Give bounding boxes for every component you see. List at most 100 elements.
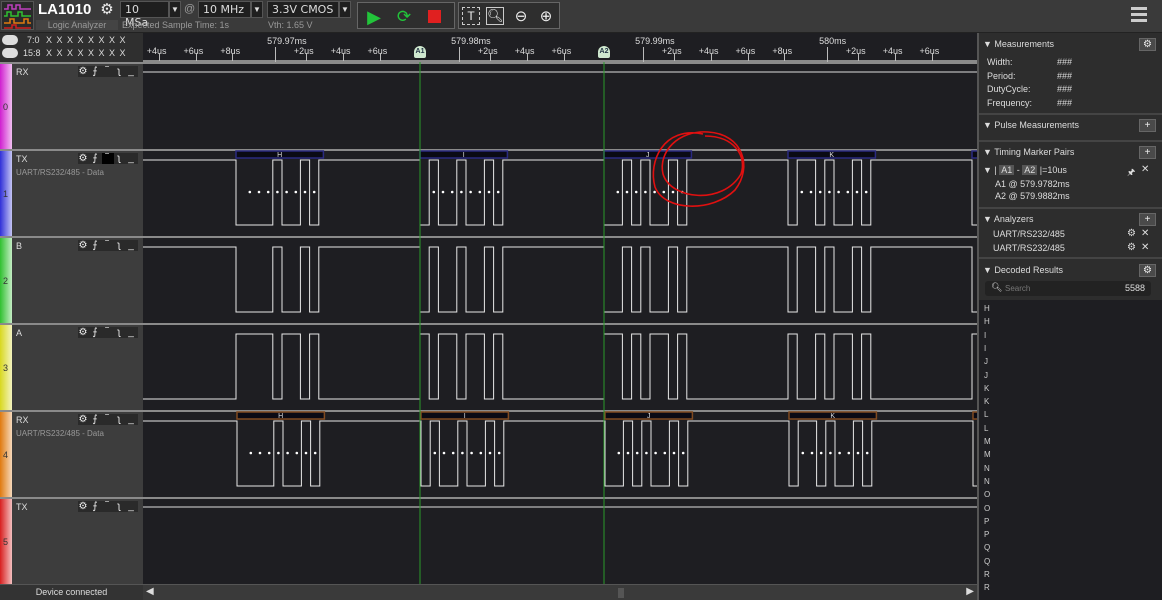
decoded-result-item[interactable]: M (984, 437, 991, 446)
trigger-rising-edge-icon[interactable]: ⨍ (90, 153, 102, 164)
add-pulse-measurement-plus-icon[interactable]: + (1139, 119, 1156, 132)
zoom-out-icon[interactable]: ⊖ (511, 7, 531, 27)
channel-settings-gear-icon[interactable]: ⚙ (78, 327, 90, 338)
decoded-result-item[interactable]: O (984, 490, 990, 499)
trigger-high-icon[interactable]: ‾ (102, 501, 114, 512)
trigger-low-icon[interactable]: _ (126, 240, 138, 251)
decoded-result-item[interactable]: N (984, 464, 990, 473)
pulse-measurements-header[interactable]: ▼ Pulse Measurements (983, 120, 1079, 130)
decoded-result-item[interactable]: P (984, 517, 989, 526)
analyzer-item[interactable]: UART/RS232/485 (993, 229, 1065, 239)
decoded-frame[interactable]: H (235, 150, 325, 194)
group-toggle[interactable] (2, 48, 18, 58)
decoded-result-item[interactable]: M (984, 450, 991, 459)
decoded-result-item[interactable]: K (984, 384, 989, 393)
decoded-search-input[interactable]: 🔍︎ Search 5588 (985, 281, 1151, 296)
trigger-rising-edge-icon[interactable]: ⨍ (90, 414, 102, 425)
trigger-high-icon[interactable]: ‾ (102, 66, 114, 77)
trigger-high-icon[interactable]: ‾ (102, 327, 114, 338)
decoded-result-item[interactable]: L (984, 424, 988, 433)
trigger-falling-edge-icon[interactable]: ʅ (114, 153, 126, 164)
channel-row-1[interactable]: 1 TX UART/RS232/485 - Data ⚙ ⨍ ‾ ʅ _ (0, 149, 143, 236)
marker-pair[interactable]: ▼ | A1 - A2 |=10us (983, 165, 1067, 175)
trigger-high-icon[interactable]: ‾ (102, 153, 114, 164)
trigger-rising-edge-icon[interactable]: ⨍ (90, 501, 102, 512)
decoded-result-item[interactable]: J (984, 371, 988, 380)
decoded-settings-gear-icon[interactable]: ⚙ (1139, 264, 1156, 277)
zoom-in-icon[interactable]: ⊕ (536, 7, 556, 27)
decoded-result-item[interactable]: J (984, 357, 988, 366)
channel-row-2[interactable]: 2 B ⚙ ⨍ ‾ ʅ _ (0, 236, 143, 323)
sample-rate-select[interactable]: 10 MHz (198, 1, 251, 18)
decoded-frame[interactable]: I (420, 411, 510, 455)
channel-name[interactable]: TX (16, 154, 28, 164)
remove-analyzer-close-icon[interactable]: ✕ (1141, 228, 1149, 239)
pin-icon[interactable]: 🖈︎ (1127, 165, 1135, 181)
timeline-ruler[interactable]: +4us +6us +8us 579.97ms +2us +4us +6us 579.98ms… (143, 33, 977, 62)
analyzer-settings-gear-icon[interactable]: ⚙ (1127, 242, 1136, 253)
decoded-result-item[interactable]: L (984, 410, 988, 419)
add-marker-pair-plus-icon[interactable]: + (1139, 146, 1156, 159)
decoded-frame[interactable]: K (788, 411, 878, 455)
measurements-header[interactable]: ▼ Measurements (983, 39, 1054, 49)
decoded-result-item[interactable]: O (984, 504, 990, 513)
decoded-result-item[interactable]: H (984, 304, 990, 313)
scroll-left-icon[interactable]: ◀ (146, 586, 154, 597)
channel-settings-gear-icon[interactable]: ⚙ (78, 240, 90, 251)
trigger-low-icon[interactable]: _ (126, 501, 138, 512)
gear-icon[interactable]: ⚙ (97, 0, 117, 18)
decoded-result-item[interactable]: Q (984, 543, 990, 552)
decoded-result-item[interactable]: P (984, 530, 989, 539)
remove-analyzer-close-icon[interactable]: ✕ (1141, 242, 1149, 253)
sample-count-select[interactable]: 10 MSa (120, 1, 169, 29)
channel-row-4[interactable]: 4 RX UART/RS232/485 - Data ⚙ ⨍ ‾ ʅ _ (0, 410, 143, 497)
trigger-low-icon[interactable]: _ (126, 327, 138, 338)
channel-settings-gear-icon[interactable]: ⚙ (78, 153, 90, 164)
decoded-frame[interactable]: J (604, 411, 694, 455)
channel-name[interactable]: B (16, 241, 22, 251)
threshold-dropdown-icon[interactable]: ▼ (339, 1, 351, 18)
menu-icon[interactable] (1131, 7, 1147, 22)
decoded-frame[interactable]: J (603, 150, 693, 194)
group-toggle[interactable] (2, 35, 18, 45)
close-icon[interactable]: ✕ (1141, 164, 1149, 175)
trigger-rising-edge-icon[interactable]: ⨍ (90, 240, 102, 251)
measurements-settings-gear-icon[interactable]: ⚙ (1139, 38, 1156, 51)
channel-settings-gear-icon[interactable]: ⚙ (78, 66, 90, 77)
marker-a1-flag[interactable]: A1 (414, 46, 426, 58)
decoded-result-item[interactable]: R (984, 583, 990, 592)
trigger-high-icon[interactable]: ‾ (102, 414, 114, 425)
sample-count-dropdown-icon[interactable]: ▼ (169, 1, 181, 18)
channel-settings-gear-icon[interactable]: ⚙ (78, 501, 90, 512)
scroll-thumb[interactable] (618, 588, 624, 598)
threshold-select[interactable]: 3.3V CMOS (267, 1, 339, 18)
horizontal-scrollbar[interactable]: ◀ ▶ (143, 584, 977, 600)
analyzer-settings-gear-icon[interactable]: ⚙ (1127, 228, 1136, 239)
trigger-low-icon[interactable]: _ (126, 66, 138, 77)
channel-name[interactable]: RX (16, 415, 29, 425)
decoded-frame[interactable]: K (787, 150, 877, 194)
decoded-results-header[interactable]: ▼ Decoded Results (983, 265, 1063, 275)
loop-icon[interactable]: ⟳ (394, 7, 414, 27)
decoded-result-item[interactable]: R (984, 570, 990, 579)
channel-settings-gear-icon[interactable]: ⚙ (78, 414, 90, 425)
channel-name[interactable]: TX (16, 502, 28, 512)
decoded-result-item[interactable]: I (984, 331, 986, 340)
decoded-frame[interactable]: I (419, 150, 509, 194)
analyzer-item[interactable]: UART/RS232/485 (993, 243, 1065, 253)
sample-rate-dropdown-icon[interactable]: ▼ (251, 1, 263, 18)
decoded-result-item[interactable]: H (984, 317, 990, 326)
trigger-falling-edge-icon[interactable]: ʅ (114, 66, 126, 77)
zoom-fit-icon[interactable]: 🔍︎ (486, 7, 504, 25)
decoded-result-item[interactable]: Q (984, 557, 990, 566)
decoded-frame[interactable]: H (236, 411, 326, 455)
trigger-rising-edge-icon[interactable]: ⨍ (90, 66, 102, 77)
trigger-low-icon[interactable]: _ (126, 153, 138, 164)
decoded-result-item[interactable]: I (984, 344, 986, 353)
channel-row-5[interactable]: 5 TX ⚙ ⨍ ‾ ʅ _ (0, 497, 143, 584)
trigger-low-icon[interactable]: _ (126, 414, 138, 425)
decoded-result-item[interactable]: K (984, 397, 989, 406)
channel-name[interactable]: A (16, 328, 22, 338)
play-icon[interactable]: ▶ (364, 7, 384, 27)
trigger-falling-edge-icon[interactable]: ʅ (114, 327, 126, 338)
